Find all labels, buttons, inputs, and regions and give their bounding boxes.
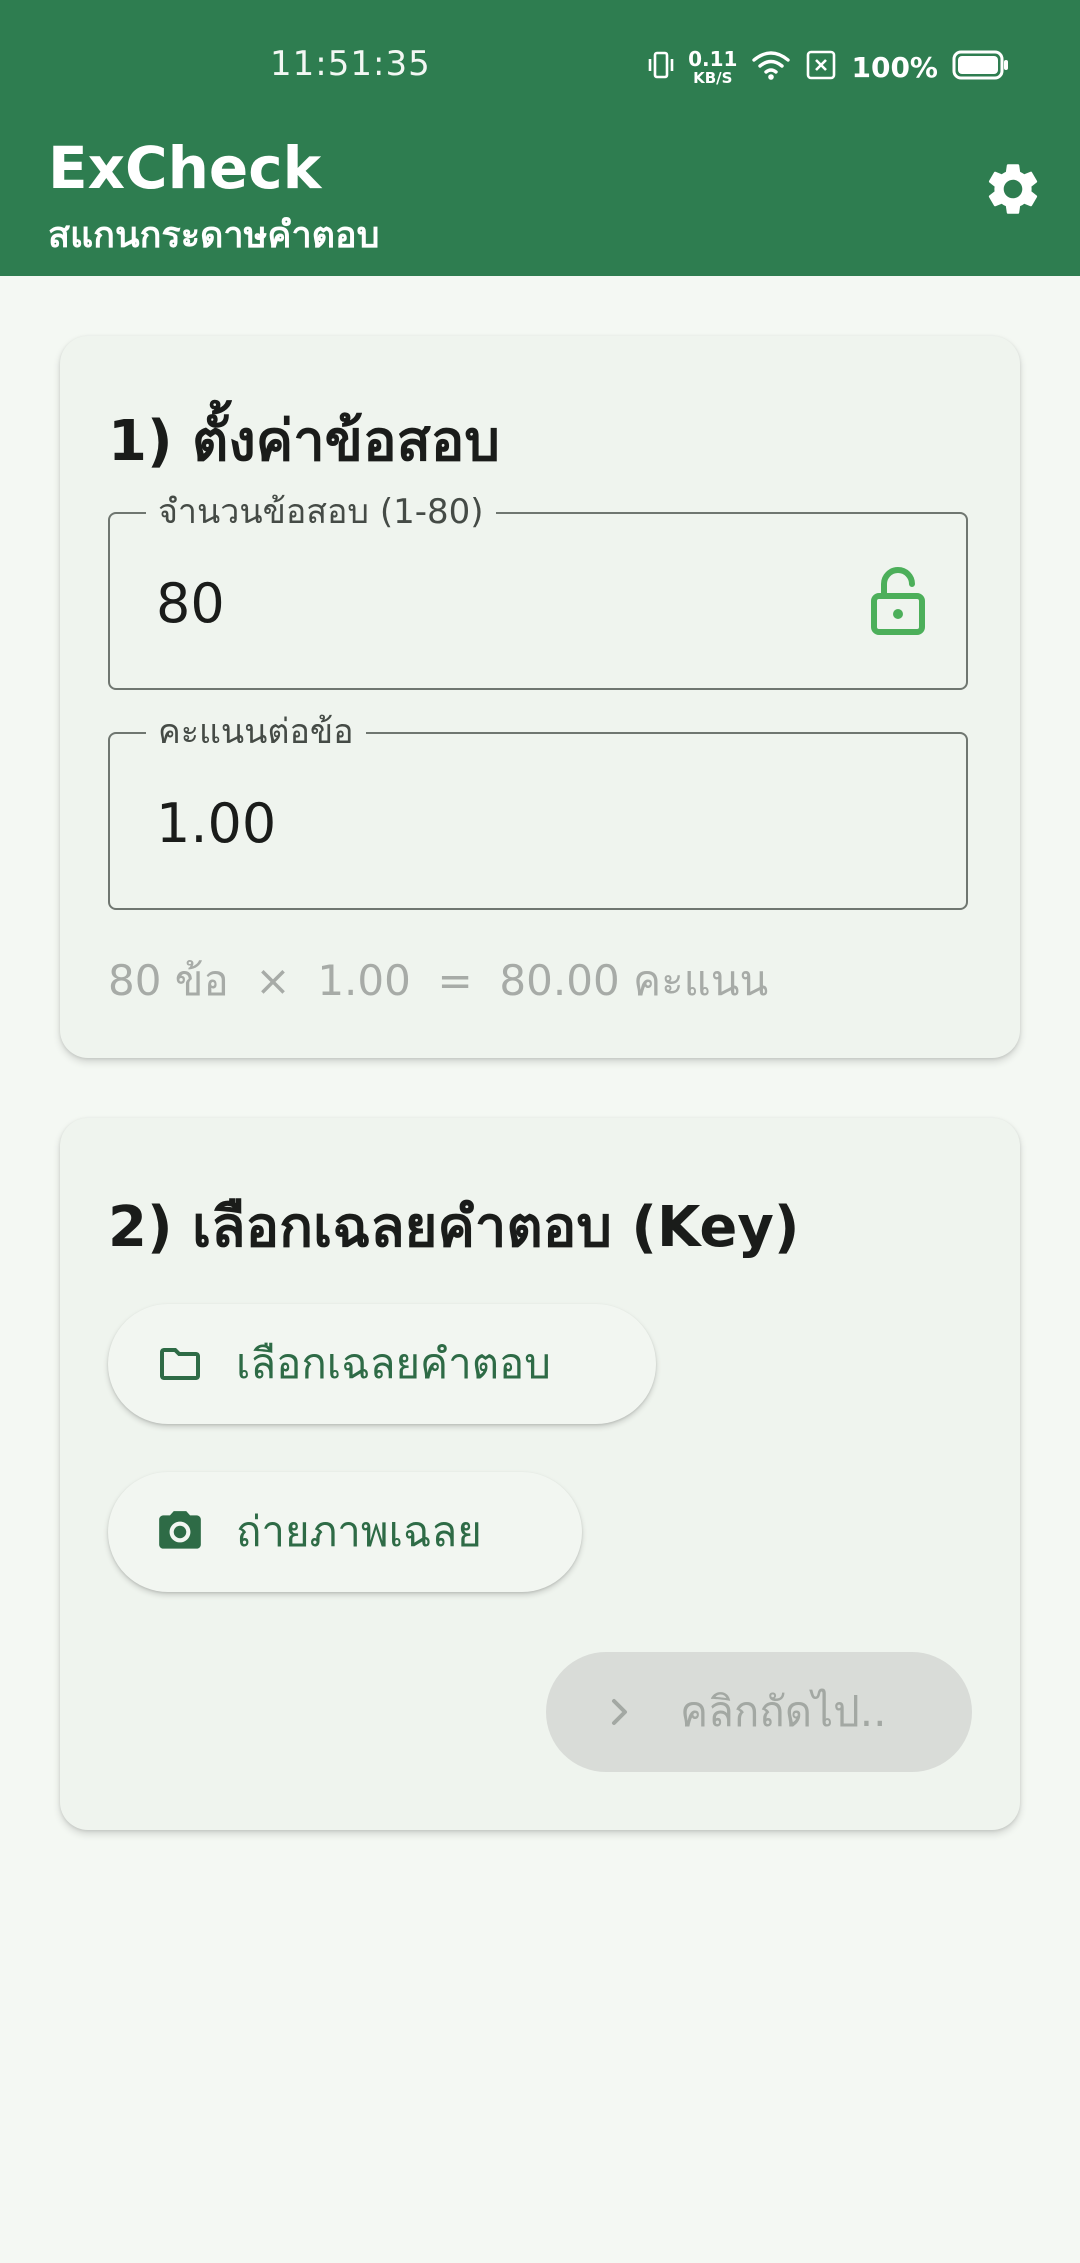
exam-settings-card: 1) ตั้งค่าข้อสอบ จำนวนข้อสอบ (1-80) 80 ค… xyxy=(60,336,1020,1058)
wifi-icon xyxy=(751,49,791,85)
app-title: ExCheck xyxy=(48,134,322,202)
app-subtitle: สแกนกระดาษคำตอบ xyxy=(48,215,380,256)
next-button[interactable]: คลิกถัดไป.. xyxy=(546,1652,972,1772)
battery-percent: 100% xyxy=(851,50,938,84)
select-answer-key-button[interactable]: เลือกเฉลยคำตอบ xyxy=(108,1304,656,1424)
points-per-question-value: 1.00 xyxy=(156,792,277,855)
score-calculation: 80 ข้อ × 1.00 = 80.00 คะแนน xyxy=(108,956,769,1005)
answer-key-title: 2) เลือกเฉลยคำตอบ (Key) xyxy=(108,1195,800,1260)
battery-icon xyxy=(952,50,1010,84)
next-button-label: คลิกถัดไป.. xyxy=(680,1687,887,1736)
lock-open-icon[interactable] xyxy=(870,566,926,636)
folder-icon xyxy=(154,1338,206,1390)
select-answer-key-label: เลือกเฉลยคำตอบ xyxy=(236,1339,551,1388)
answer-key-card: 2) เลือกเฉลยคำตอบ (Key) เลือกเฉลยคำตอบ ถ… xyxy=(60,1118,1020,1830)
network-speed: 0.11 KB/S xyxy=(688,49,737,86)
exam-settings-title: 1) ตั้งค่าข้อสอบ xyxy=(108,409,500,474)
chevron-right-icon xyxy=(600,1692,640,1732)
status-icons: 0.11 KB/S 100% xyxy=(648,44,1010,90)
status-bar: 11:51:35 0.11 KB/S 100% xyxy=(0,0,1080,130)
question-count-field[interactable]: จำนวนข้อสอบ (1-80) 80 xyxy=(108,492,968,690)
question-count-label: จำนวนข้อสอบ (1-80) xyxy=(146,492,496,532)
points-per-question-field[interactable]: คะแนนต่อข้อ 1.00 xyxy=(108,712,968,910)
network-speed-unit: KB/S xyxy=(693,68,733,87)
network-speed-value: 0.11 xyxy=(688,46,738,71)
question-count-value: 80 xyxy=(156,572,225,635)
status-time: 11:51:35 xyxy=(270,44,431,84)
photo-answer-key-button[interactable]: ถ่ายภาพเฉลย xyxy=(108,1472,582,1592)
vibrate-icon xyxy=(648,48,674,86)
gear-icon xyxy=(982,158,1044,224)
no-sim-icon xyxy=(805,49,837,85)
camera-icon xyxy=(154,1506,206,1558)
photo-answer-key-label: ถ่ายภาพเฉลย xyxy=(236,1507,482,1556)
points-per-question-label: คะแนนต่อข้อ xyxy=(146,712,366,752)
settings-button[interactable] xyxy=(980,158,1046,224)
app-bar: 11:51:35 0.11 KB/S 100% ExCheck สแกนกระด… xyxy=(0,0,1080,276)
